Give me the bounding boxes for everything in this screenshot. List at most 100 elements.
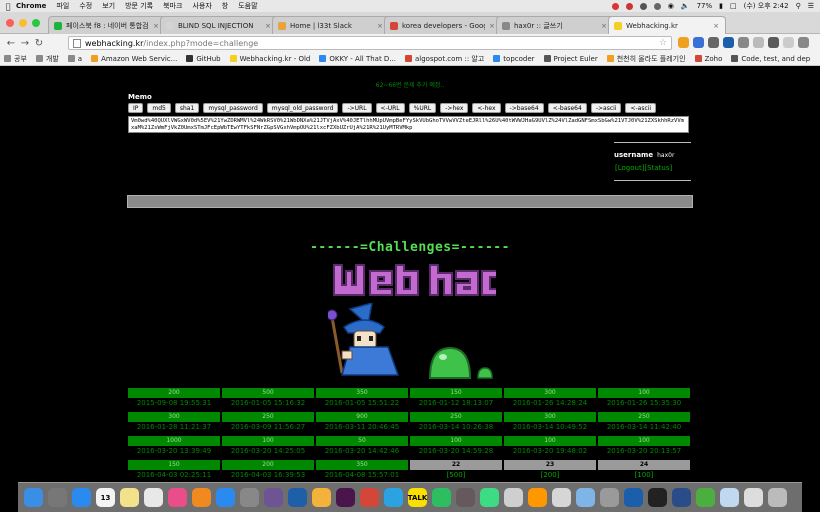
safari-icon[interactable]	[72, 488, 91, 507]
sourcetree-icon[interactable]	[288, 488, 307, 507]
status-app-icon[interactable]	[639, 2, 647, 10]
tab-naver[interactable]: 페이스북 f8 : 네이버 통합검색 ×	[48, 16, 166, 34]
system-preferences-icon[interactable]	[240, 488, 259, 507]
bookmark-webhacking[interactable]: Webhacking.kr - Old	[229, 55, 310, 63]
wifi-icon[interactable]: ◉	[668, 2, 674, 10]
menu-edit[interactable]: 수정	[79, 1, 92, 11]
percent-url-button[interactable]: %URL	[408, 103, 437, 113]
to-ascii-button[interactable]: ->ascii	[590, 103, 622, 113]
documents-icon[interactable]	[744, 488, 763, 507]
menu-file[interactable]: 파일	[56, 1, 69, 11]
extension-icon[interactable]	[783, 37, 794, 48]
close-tab-icon[interactable]: ×	[713, 22, 719, 30]
bookmark-folder[interactable]: a	[67, 55, 82, 63]
bookmark-folder[interactable]: 공부	[4, 54, 27, 64]
finder-icon[interactable]	[24, 488, 43, 507]
extension-icon[interactable]	[738, 37, 749, 48]
bookmark-github[interactable]: GitHub	[186, 55, 221, 63]
challenge-cell[interactable]: 150 2016-01-12 18:13:07	[410, 388, 502, 410]
close-tab-icon[interactable]: ×	[153, 22, 159, 30]
bookmark-algospot[interactable]: algospot.com :: 알고	[404, 54, 484, 64]
bookmark-okky[interactable]: OKKY - All That D...	[319, 55, 396, 63]
challenge-cell[interactable]: 100 2016-03-20 19:48:02	[504, 436, 596, 458]
bookmark-project-euler[interactable]: Project Euler	[543, 55, 598, 63]
address-bar[interactable]: webhacking.kr/index.php?mode=challenge ☆	[68, 36, 672, 50]
help-icon[interactable]	[552, 488, 571, 507]
extension-icon[interactable]	[708, 37, 719, 48]
from-hex-button[interactable]: <-hex	[472, 103, 501, 113]
reload-icon[interactable]: ↻	[32, 38, 46, 49]
app-store-icon[interactable]	[216, 488, 235, 507]
menu-people[interactable]: 사용자	[192, 1, 211, 11]
challenge-cell[interactable]: 100 2016-03-20 20:13:57	[598, 436, 690, 458]
volume-icon[interactable]: 🔈	[681, 2, 690, 10]
challenge-cell[interactable]: 1000 2016-03-20 13:39:49	[128, 436, 220, 458]
extension-icon[interactable]	[768, 37, 779, 48]
zoom-window-icon[interactable]	[32, 19, 40, 27]
battery-percent[interactable]: 77%	[697, 2, 713, 10]
menu-window[interactable]: 창	[222, 1, 228, 11]
close-tab-icon[interactable]: ×	[489, 22, 495, 30]
battery-icon[interactable]: ▮	[719, 2, 723, 10]
atom-icon[interactable]	[456, 488, 475, 507]
bookmark-blog[interactable]: 천천히 올라도 플레기인	[606, 54, 686, 64]
wireshark-icon[interactable]	[624, 488, 643, 507]
chrome-icon[interactable]	[360, 488, 379, 507]
from-ascii-button[interactable]: <-ascii	[625, 103, 657, 113]
sublime-icon[interactable]	[528, 488, 547, 507]
status-app-icon[interactable]	[625, 2, 633, 10]
challenge-cell[interactable]: 100 2016-03-20 14:59:28	[410, 436, 502, 458]
search-icon[interactable]: ⚲	[796, 2, 801, 10]
challenge-cell[interactable]: 500 2016-01-05 15:16:32	[222, 388, 314, 410]
challenge-cell[interactable]: 300 2016-01-26 14:28:24	[504, 388, 596, 410]
challenge-cell[interactable]: 300 2016-01-28 11:21:37	[128, 412, 220, 434]
to-hex-button[interactable]: ->hex	[440, 103, 469, 113]
page-info-icon[interactable]	[73, 38, 81, 48]
itunes-icon[interactable]	[168, 488, 187, 507]
challenge-cell[interactable]: 250 2016-03-14 11:42:40	[598, 412, 690, 434]
calendar-icon[interactable]: 13	[96, 488, 115, 507]
menu-history[interactable]: 방문 기록	[125, 1, 153, 11]
forward-icon[interactable]: →	[18, 38, 32, 49]
memo-textarea[interactable]: Vm0wd%40QUXlVWGxWV0d%5EV%21YwZDRWMVl%24W…	[128, 116, 689, 133]
challenge-cell[interactable]: 150 2016-04-03 02:25:11	[128, 460, 220, 482]
sha1-button[interactable]: sha1	[174, 103, 200, 113]
menu-view[interactable]: 보기	[102, 1, 115, 11]
challenge-cell[interactable]: 23 [200]	[504, 460, 596, 482]
challenge-cell[interactable]: 250 2016-03-14 10:26:38	[410, 412, 502, 434]
notification-center-icon[interactable]: ☰	[808, 2, 814, 10]
to-url-button[interactable]: ->URL	[342, 103, 372, 113]
challenge-cell[interactable]: 200 2016-04-03 16:39:53	[222, 460, 314, 482]
extension-icon[interactable]	[723, 37, 734, 48]
close-tab-icon[interactable]: ×	[265, 22, 271, 30]
challenge-cell[interactable]: 24 [100]	[598, 460, 690, 482]
status-app-icon[interactable]	[611, 2, 619, 10]
challenge-cell[interactable]: 200 2015-09-08 19:55:31	[128, 388, 220, 410]
close-tab-icon[interactable]: ×	[601, 22, 607, 30]
from-base64-button[interactable]: <-base64	[547, 103, 587, 113]
utorrent-icon[interactable]	[696, 488, 715, 507]
slack-icon[interactable]	[336, 488, 355, 507]
trash-icon[interactable]	[768, 488, 787, 507]
bookmark-zoho[interactable]: Zoho	[694, 55, 722, 63]
challenge-cell[interactable]: 300 2016-03-14 10:49:52	[504, 412, 596, 434]
md5-button[interactable]: md5	[147, 103, 171, 113]
back-icon[interactable]: ←	[4, 38, 18, 49]
bookmark-folder[interactable]: 개발	[35, 54, 59, 64]
terminal-icon[interactable]	[648, 488, 667, 507]
launchpad-icon[interactable]	[48, 488, 67, 507]
ip-button[interactable]: IP	[128, 103, 144, 113]
tab-slack[interactable]: Home | l33t Slack ×	[272, 16, 390, 34]
bookmark-aws[interactable]: Amazon Web Servic...	[91, 55, 177, 63]
challenge-cell[interactable]: 100 2016-03-20 14:25:05	[222, 436, 314, 458]
menu-bookmarks[interactable]: 북마크	[163, 1, 182, 11]
status-link[interactable]: [Status]	[644, 164, 672, 172]
kakaotalk-icon[interactable]: TALK	[408, 488, 427, 507]
sketch-icon[interactable]	[312, 488, 331, 507]
challenge-cell[interactable]: 100 2016-01-26 15:35:30	[598, 388, 690, 410]
bookmark-code-test[interactable]: Code, test, and dep	[731, 55, 810, 63]
tab-blind-sql[interactable]: BLIND SQL INJECTION ×	[160, 16, 278, 34]
challenge-cell[interactable]: 250 2016-03-09 11:56:27	[222, 412, 314, 434]
challenge-cell[interactable]: 900 2016-03-11 20:46:45	[316, 412, 408, 434]
android-studio-icon[interactable]	[480, 488, 499, 507]
